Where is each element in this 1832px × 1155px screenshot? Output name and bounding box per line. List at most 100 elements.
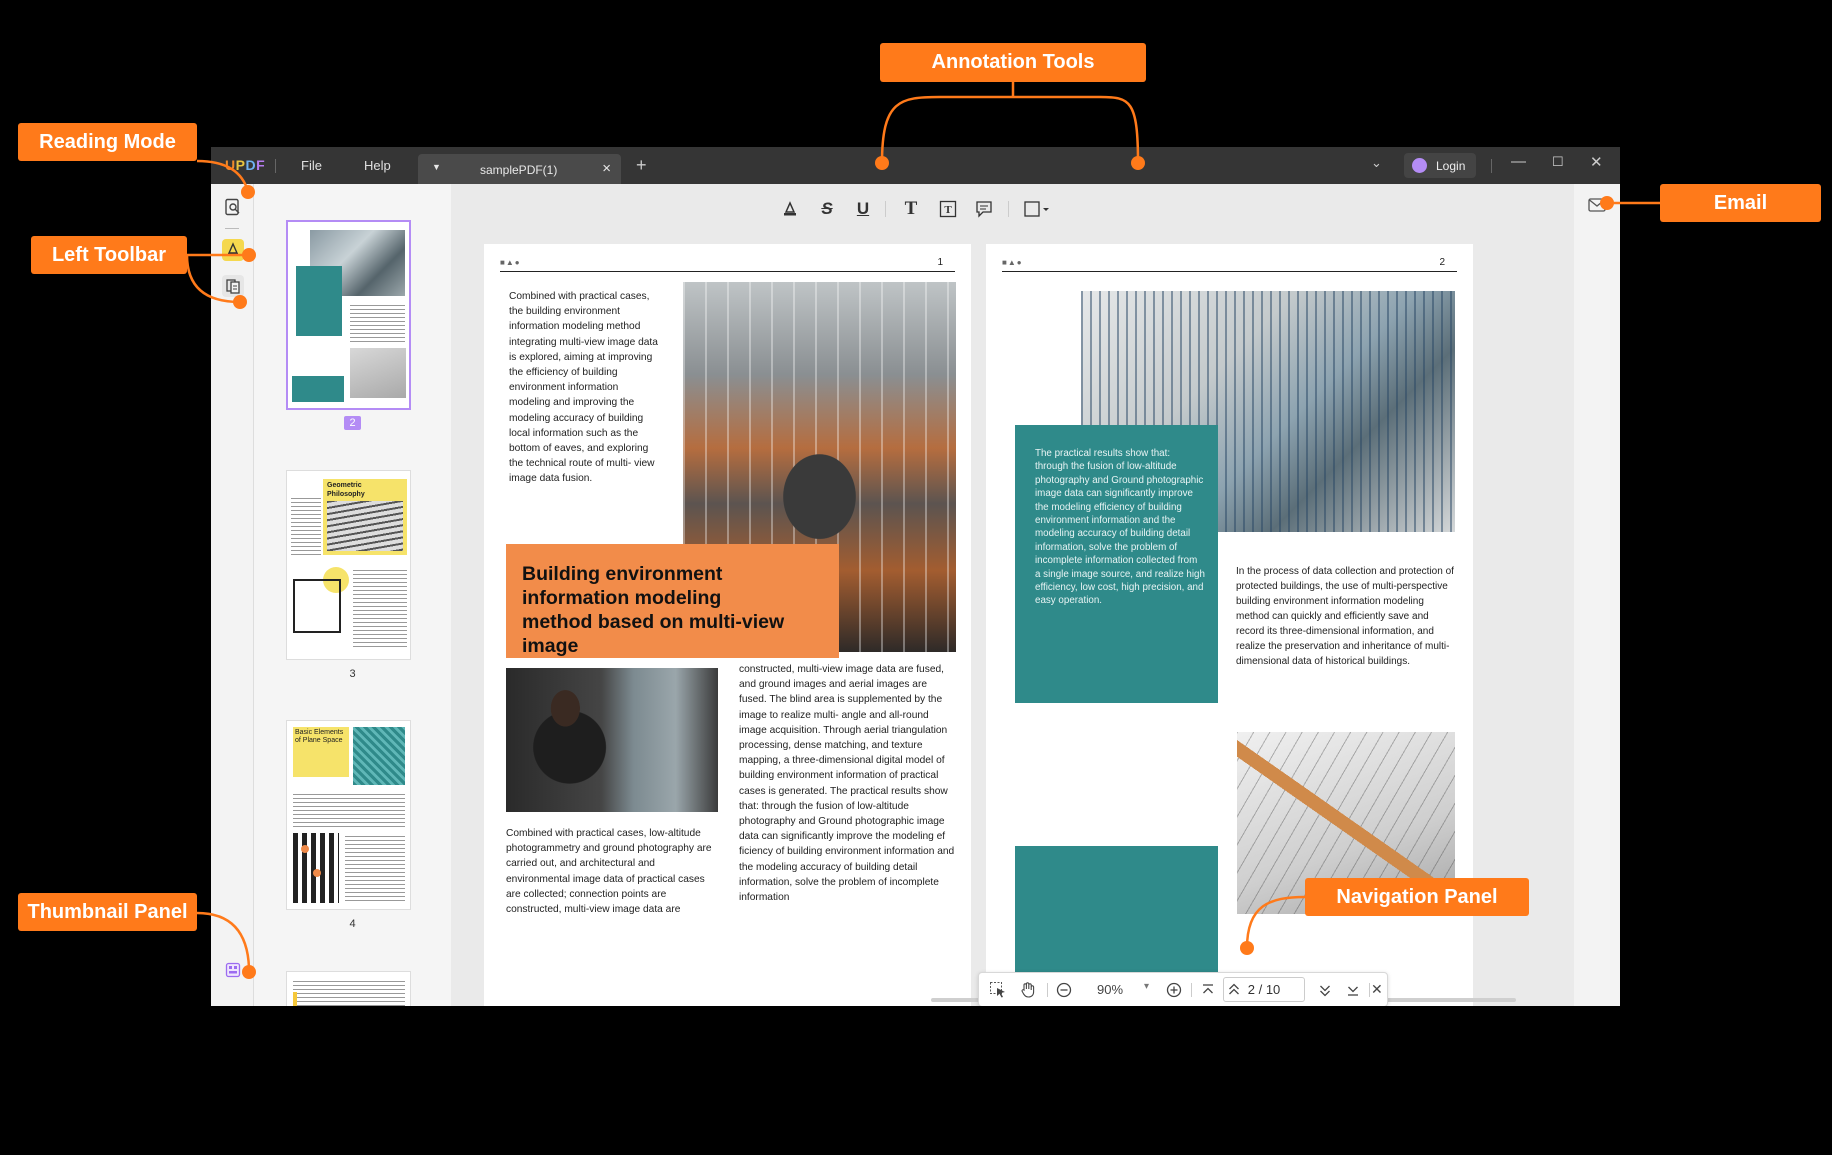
thumbnail-text-lines (350, 302, 405, 342)
right-sidebar (1574, 184, 1620, 1006)
thumbnail-panel: 2 Geometric Philosophy 3 Basic Elements … (254, 184, 451, 1006)
pdf-page-1[interactable]: ■▲● 1 Combined with practical cases, the… (484, 244, 971, 1006)
thumbnail-page-number: 4 (349, 918, 356, 930)
close-window-button[interactable]: ✕ (1590, 153, 1603, 171)
text-icon[interactable]: T (899, 197, 923, 221)
first-page-icon[interactable] (1200, 981, 1216, 1002)
minimize-button[interactable]: — (1511, 153, 1526, 170)
page-header: ■▲● 2 (1002, 257, 1457, 272)
teal-text-block: The practical results show that: through… (1015, 425, 1218, 703)
zoom-out-icon[interactable] (1055, 981, 1073, 1002)
toolbar-divider (1191, 983, 1192, 997)
previous-page-icon[interactable] (1226, 980, 1242, 1003)
thumbnail-page-4[interactable]: Basic Elements of Plane Space (286, 720, 411, 910)
thumbnail-page-number: 3 (349, 668, 356, 680)
organize-pages-icon[interactable] (222, 275, 244, 297)
close-navigation-icon[interactable]: ✕ (1371, 981, 1383, 998)
worker-photo (506, 668, 718, 812)
underline-icon[interactable]: U (851, 197, 875, 221)
svg-text:T: T (944, 204, 952, 216)
page-separator: / (1258, 982, 1263, 997)
title-bar: UPDF File Help ▼ samplePDF(1) × + ⌄ Logi… (211, 147, 1620, 184)
tab-list-chevron-icon[interactable]: ⌄ (1371, 155, 1382, 171)
thumbnail-heading: Geometric Philosophy (327, 482, 365, 498)
app-logo[interactable]: UPDF (225, 157, 265, 173)
document-tab[interactable]: ▼ samplePDF(1) × (418, 154, 621, 184)
header-marks: ■▲● (1002, 258, 1023, 267)
thumbnail-text-lines (353, 567, 407, 647)
toolbar-divider (1369, 983, 1370, 997)
thumbnail-page-3[interactable]: Geometric Philosophy (286, 470, 411, 660)
maximize-button[interactable]: ☐ (1552, 154, 1564, 170)
thumbnail-photo (353, 727, 405, 785)
textbox-icon[interactable]: T (936, 197, 960, 221)
total-pages: 10 (1265, 982, 1281, 997)
thumbnail-page-5[interactable] (286, 971, 411, 1006)
logo-letter: U (225, 157, 236, 173)
zoom-in-icon[interactable] (1165, 981, 1183, 1002)
zoom-dropdown-icon[interactable]: ▾ (1144, 981, 1149, 992)
thumbnail-text-lines (293, 978, 405, 1006)
thumbnail-accent-bar (293, 992, 297, 1006)
thumbnail-teal-block (296, 266, 342, 336)
email-icon[interactable] (1587, 196, 1607, 219)
thumbnail-text-lines (291, 495, 321, 555)
thumbnail-text-lines (345, 833, 405, 903)
left-bottom-paragraph: Combined with practical cases, low-altit… (506, 828, 712, 916)
annotation-toolbar: S U T T (451, 184, 1594, 234)
shape-icon[interactable] (1022, 197, 1052, 221)
hand-tool-icon[interactable] (1019, 981, 1037, 1002)
menu-file[interactable]: File (301, 158, 322, 173)
callout-reading-mode: Reading Mode (18, 123, 197, 161)
thumbnail-toggle-icon[interactable] (222, 959, 244, 981)
reader-mode-icon[interactable] (222, 196, 244, 218)
thumbnail-photo (327, 501, 403, 551)
thumbnail-diagram (293, 579, 341, 633)
callout-email: Email (1660, 184, 1821, 222)
right-column-paragraph: constructed, multi-view image data are f… (739, 664, 955, 904)
screenshot-stage: UPDF File Help ▼ samplePDF(1) × + ⌄ Logi… (0, 0, 1832, 1155)
thumbnail-dot (301, 845, 309, 853)
comment-mode-icon[interactable] (222, 239, 244, 261)
divider (1491, 159, 1492, 173)
thumbnail-text-lines (293, 791, 405, 827)
left-toolbar (211, 184, 254, 1006)
tab-dropdown-icon[interactable]: ▼ (432, 162, 441, 172)
highlight-icon[interactable] (778, 197, 802, 221)
page-number: 1 (937, 257, 943, 268)
login-label: Login (1436, 159, 1466, 173)
last-page-icon[interactable] (1345, 981, 1361, 1002)
next-page-icon[interactable] (1317, 981, 1333, 1002)
login-button[interactable]: Login (1404, 153, 1476, 178)
note-icon[interactable] (972, 197, 996, 221)
tab-title: samplePDF(1) (480, 163, 558, 177)
toolbar-divider (1008, 201, 1009, 217)
toolbar-divider (1047, 983, 1048, 997)
page-number: 2 (1439, 257, 1445, 268)
callout-thumbnail-panel: Thumbnail Panel (18, 893, 197, 931)
callout-annotation-tools: Annotation Tools (880, 43, 1146, 82)
teal-paragraph: The practical results show that: through… (1035, 448, 1205, 607)
tab-close-icon[interactable]: × (602, 160, 611, 177)
thumbnail-page-2[interactable] (286, 220, 411, 410)
logo-letter: P (235, 157, 246, 173)
strikethrough-icon[interactable]: S (815, 197, 839, 221)
logo-letter: D (245, 157, 257, 173)
navigation-panel: 90% ▾ 2 / 10 ✕ (978, 972, 1388, 1006)
toolbar-divider (225, 228, 239, 229)
toolbar-divider (885, 201, 886, 217)
headline: Building environment information modelin… (522, 563, 785, 657)
callout-left-toolbar: Left Toolbar (31, 236, 187, 274)
divider (275, 159, 276, 173)
new-tab-button[interactable]: + (636, 155, 647, 176)
zoom-level[interactable]: 90% (1097, 982, 1123, 997)
select-tool-icon[interactable] (989, 981, 1007, 1002)
headline-box: Building environment information modelin… (506, 544, 839, 658)
avatar-icon (1412, 158, 1427, 173)
menu-help[interactable]: Help (364, 158, 391, 173)
header-marks: ■▲● (500, 258, 521, 267)
thumbnail-diagram (293, 833, 339, 903)
current-page: 2 (1247, 982, 1255, 997)
thumbnail-page-number: 2 (254, 416, 451, 430)
thumbnail-heading: Basic Elements of Plane Space (295, 729, 344, 744)
